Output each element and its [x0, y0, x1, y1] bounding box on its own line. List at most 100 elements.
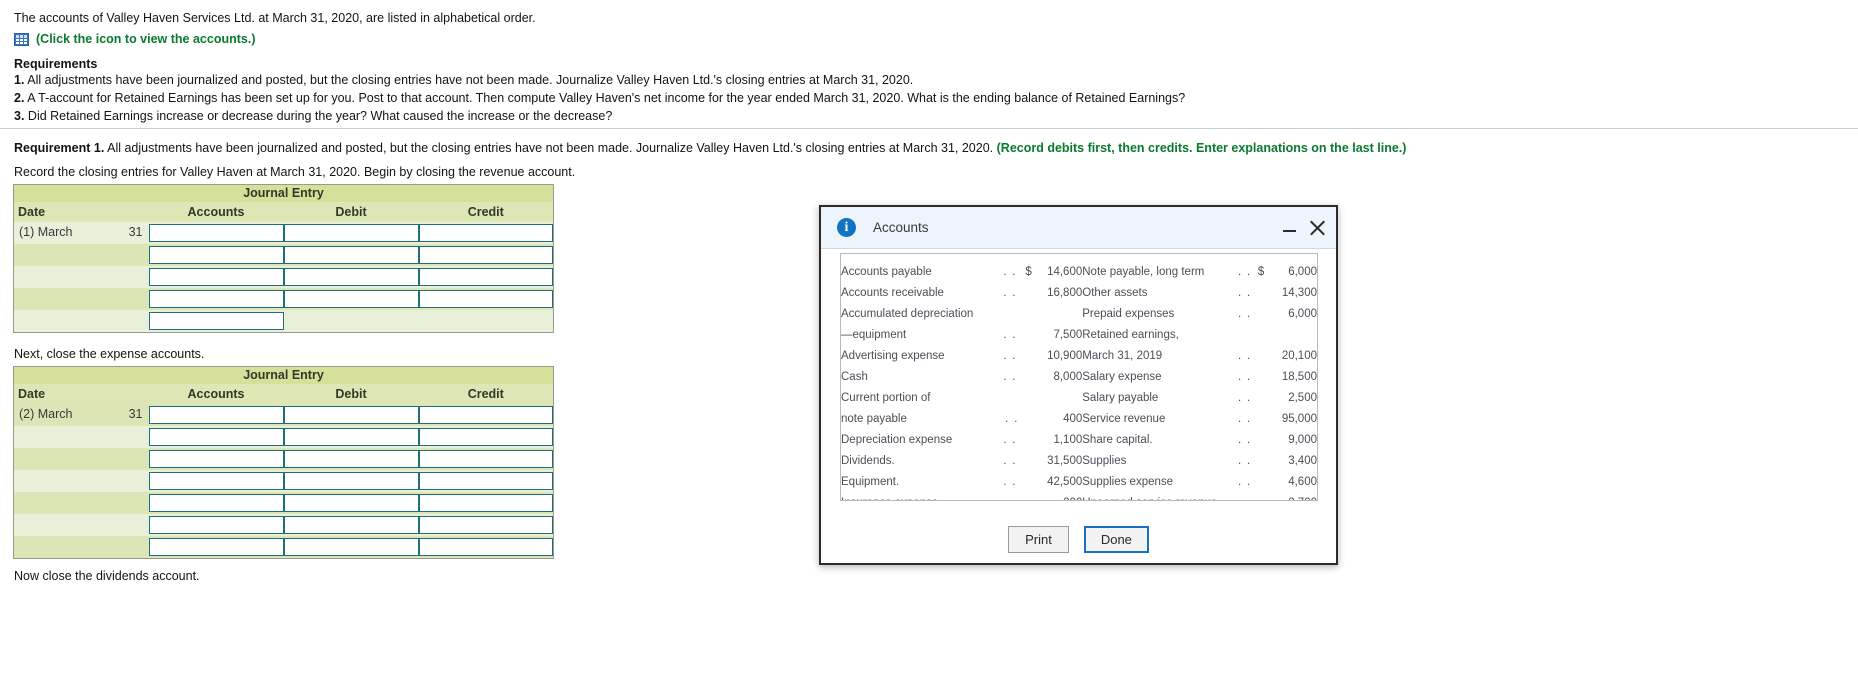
account-currency-right-8 [1251, 429, 1264, 450]
entry2-row5-debit-input[interactable] [283, 494, 419, 512]
entry2-row2-accounts-input[interactable] [148, 428, 284, 446]
entry2-row1-debit-input[interactable] [283, 406, 419, 424]
close-icon[interactable] [1309, 220, 1326, 237]
entry2-row3-date-cell [13, 448, 149, 470]
entry1-row3-debit-input[interactable] [283, 268, 419, 286]
entry1-row4-accounts-input[interactable] [148, 290, 284, 308]
account-value-left-4: 10,900 [1047, 349, 1083, 362]
account-value-left-0: 14,600 [1047, 265, 1083, 278]
account-dots-left-2 [1003, 303, 1018, 324]
account-dots-right-9: . . . . . . . . . . . . . . . [1237, 454, 1252, 467]
entry2-row6-date-cell [13, 514, 149, 536]
entry1-row1-credit-cell [418, 222, 554, 244]
entry1-row5-debit-blank [284, 312, 419, 330]
entry2-row3-accounts-input[interactable] [148, 450, 284, 468]
entry1-row1-debit-input[interactable] [283, 224, 419, 242]
account-name-right-6: Salary payable [1082, 391, 1159, 404]
entry1-row2-accounts-input[interactable] [148, 246, 284, 264]
header-accounts: Accounts [148, 202, 284, 222]
account-value-left-1: 16,800 [1047, 286, 1083, 299]
entry1-row1-accounts-input[interactable] [148, 224, 284, 242]
account-dots-right-7: . . . . . . . . . . . . [1237, 412, 1252, 425]
journal-title-row: Journal Entry [13, 184, 554, 202]
entry2-row4-debit-input[interactable] [283, 472, 419, 490]
table-grid-icon[interactable] [14, 32, 29, 46]
account-name-right-10: Supplies expense [1082, 475, 1174, 488]
entry1-date-month: (1) March [19, 225, 73, 239]
entry1-row1-accounts-cell [148, 222, 284, 244]
entry2-row5-accounts-cell [148, 492, 284, 514]
account-name-right-4: March 31, 2019 [1082, 349, 1163, 362]
list-item: Equipment. . . . . . . . . . . . . . 42,… [841, 471, 1317, 492]
entry1-row5-explanation-input[interactable] [148, 311, 284, 330]
account-currency-right-5 [1251, 366, 1264, 387]
entry2-row6-debit-input[interactable] [283, 516, 419, 534]
account-name-right-5: Salary expense [1082, 370, 1162, 383]
entry2-row3-credit-input[interactable] [418, 450, 553, 468]
entry2-row6-credit-input[interactable] [418, 516, 553, 534]
done-button[interactable]: Done [1083, 526, 1149, 553]
entry1-row1-credit-input[interactable] [418, 224, 553, 242]
entry2-row2-credit-input[interactable] [418, 428, 553, 446]
entry1-row2-credit-input[interactable] [418, 246, 553, 264]
account-currency-right-7 [1251, 408, 1264, 429]
entry2-row7-accounts-input[interactable] [148, 537, 284, 556]
account-dots-left-0: . . . . . . . . . [1003, 265, 1018, 278]
entry2-row1-credit-input[interactable] [418, 406, 553, 424]
table-row [13, 426, 554, 448]
account-value-left-5: 8,000 [1053, 370, 1083, 383]
entry2-row4-credit-input[interactable] [418, 472, 553, 490]
account-currency-right-2 [1251, 303, 1264, 324]
account-name-left-8: Depreciation expense [841, 433, 953, 446]
account-currency-left-8 [1019, 429, 1032, 450]
entry1-row3-credit-input[interactable] [418, 268, 553, 286]
window-buttons [1283, 207, 1326, 249]
entry2-row5-credit-cell [418, 492, 554, 514]
entry2-row5-accounts-input[interactable] [148, 494, 284, 512]
journal-entry-title: Journal Entry [13, 184, 554, 202]
account-value-left-8: 1,100 [1053, 433, 1083, 446]
entry2-row6-accounts-input[interactable] [148, 516, 284, 534]
entry2-row7-credit-input[interactable] [418, 537, 553, 556]
account-dots-right-10: . . . . . . . . . . . [1237, 475, 1252, 488]
entry2-row7-date-cell [13, 536, 149, 558]
entry2-row4-accounts-input[interactable] [148, 472, 284, 490]
header-date: Date [13, 202, 149, 222]
entry2-row2-debit-input[interactable] [283, 428, 419, 446]
accounts-icon-row[interactable]: (Click the icon to view the accounts.) [14, 32, 1314, 46]
account-currency-left-10 [1019, 471, 1032, 492]
entry2-row7-credit-cell [418, 536, 554, 558]
entry2-row7-debit-input[interactable] [283, 537, 419, 556]
account-dots-left-5: . . . . . . . . . . . . . . . [1003, 370, 1018, 383]
entry2-row4-date-cell [13, 470, 149, 492]
view-accounts-link[interactable]: (Click the icon to view the accounts.) [36, 32, 255, 46]
entry1-row2-debit-input[interactable] [283, 246, 419, 264]
list-item: Current portion of Salary payable . . . … [841, 387, 1317, 408]
account-dots-right-0: . . . . . . . [1237, 265, 1252, 278]
entry1-row4-debit-input[interactable] [283, 290, 419, 308]
entry2-row2-credit-cell [418, 426, 554, 448]
account-dots-left-8: . . . . . . . [1003, 433, 1018, 446]
entry2-row1-accounts-input[interactable] [148, 406, 284, 424]
entry2-row3-debit-input[interactable] [283, 450, 419, 468]
account-dots-right-6: . . . . . . . . . . . . . [1237, 391, 1252, 404]
requirement-item-2: 2. A T-account for Retained Earnings has… [14, 89, 1314, 107]
print-button[interactable]: Print [1008, 526, 1069, 553]
table-row [13, 448, 554, 470]
journal-entry-table-2-body: Journal Entry Date Accounts Debit Credit… [13, 366, 554, 558]
entry1-row5-accounts-cell [148, 310, 284, 332]
entry1-row5-credit-cell [418, 310, 554, 332]
header-credit-2: Credit [418, 384, 554, 404]
minimize-icon[interactable] [1283, 222, 1296, 235]
account-currency-right-6 [1251, 387, 1264, 408]
entry1-row3-accounts-input[interactable] [148, 268, 284, 286]
entry2-row7-debit-cell [283, 536, 419, 558]
entry2-row5-credit-input[interactable] [418, 494, 553, 512]
entry1-row4-credit-input[interactable] [418, 290, 553, 308]
account-value-right-6: 2,500 [1288, 391, 1317, 404]
account-value-right-0: 6,000 [1288, 265, 1317, 278]
entry1-date-cell: (1) March 31 [13, 222, 149, 244]
account-name-left-11: Insurance expense [841, 492, 1003, 501]
entry2-date-day: 31 [128, 407, 143, 421]
accounts-modal: i Accounts Accounts payable . . . . . . … [819, 205, 1338, 565]
